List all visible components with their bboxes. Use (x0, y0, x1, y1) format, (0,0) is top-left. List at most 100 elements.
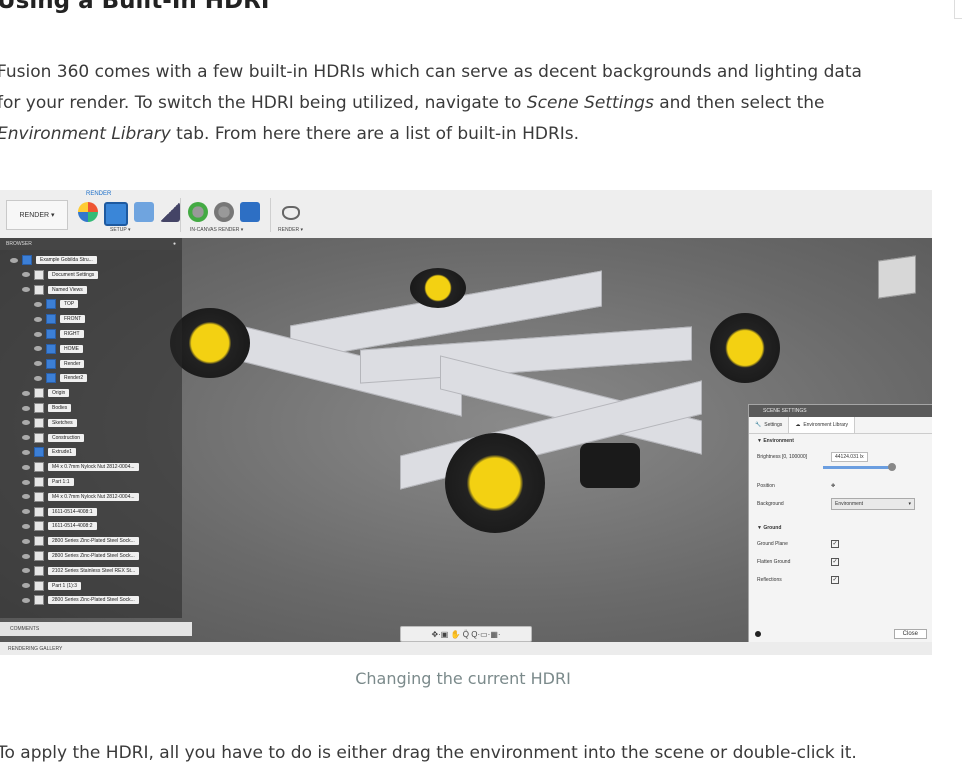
visibility-eye-icon[interactable] (22, 435, 30, 441)
ground-plane-checkbox[interactable]: ✓ (831, 540, 839, 548)
scene-settings-icon[interactable] (104, 202, 128, 226)
visibility-eye-icon[interactable] (22, 420, 30, 426)
reflections-checkbox[interactable]: ✓ (831, 576, 839, 584)
browser-tree-item[interactable]: 2800 Series Zinc-Plated Steel Sock... (22, 535, 139, 547)
visibility-eye-icon[interactable] (22, 538, 30, 544)
scene-settings-panel: SCENE SETTINGS 🔧 Settings ☁ Environment Li… (748, 404, 932, 644)
visibility-eye-icon[interactable] (22, 272, 30, 278)
decal-icon[interactable] (160, 202, 180, 222)
browser-tree-item[interactable]: Construction (22, 432, 85, 444)
capture-image-icon[interactable] (240, 202, 260, 222)
intro-line-2-tail: and then select the (653, 93, 825, 113)
browser-tree-item[interactable]: Extrude1 (22, 446, 77, 458)
visibility-eye-icon[interactable] (22, 523, 30, 529)
browser-tree-item[interactable]: Document Settings (22, 269, 99, 281)
tab-settings[interactable]: 🔧 Settings (749, 417, 790, 433)
viewcube[interactable] (878, 255, 916, 299)
incanvas-render-icon[interactable] (188, 202, 208, 222)
background-dropdown[interactable]: Environment ▾ (831, 498, 915, 510)
brightness-slider[interactable] (823, 463, 896, 471)
visibility-eye-icon[interactable] (22, 583, 30, 589)
browser-tree-item[interactable]: Origin (22, 387, 70, 399)
visibility-eye-icon[interactable] (22, 464, 30, 470)
visibility-eye-icon[interactable] (34, 346, 42, 352)
browser-header[interactable]: BROWSER ● (0, 238, 182, 250)
browser-tree-item[interactable]: 1611-0514-4008:1 (22, 506, 97, 518)
texture-map-icon[interactable] (134, 202, 154, 222)
intro-line-3: Environment Library tab. From here there… (0, 119, 862, 150)
info-icon[interactable] (755, 631, 761, 637)
ground-section-header[interactable]: ▼ Ground (749, 521, 932, 535)
browser-tree-item[interactable]: 2102 Series Stainless Steel REX St... (22, 565, 140, 577)
flatten-ground-checkbox[interactable]: ✓ (831, 558, 839, 566)
visibility-eye-icon[interactable] (10, 257, 18, 263)
component-icon (34, 536, 44, 547)
visibility-eye-icon[interactable] (22, 553, 30, 559)
browser-tree-item[interactable]: Part 1 (1):3 (22, 580, 82, 592)
rendering-gallery-bar[interactable]: RENDERING GALLERY (0, 642, 932, 655)
browser-tree-item[interactable]: M4 x 0.7mm Nylock Nut 2812-0004... (22, 491, 139, 503)
background-label: Background (757, 501, 784, 507)
visibility-eye-icon[interactable] (22, 287, 30, 293)
visibility-eye-icon[interactable] (22, 509, 30, 515)
move-icon[interactable]: ✥ (831, 483, 835, 489)
navigation-bar[interactable]: ✥·▣ ✋ Q̈ Q·▭·▦· (400, 626, 532, 642)
browser-tree-item-label: Named Views (48, 285, 87, 294)
browser-tree-item-label: Document Settings (48, 270, 99, 279)
browser-tree-item[interactable]: HOME (34, 343, 83, 355)
component-icon (34, 403, 44, 413)
visibility-eye-icon[interactable] (22, 494, 30, 500)
browser-tree-item[interactable]: FRONT (34, 313, 86, 325)
browser-tree-item[interactable]: Bodies (22, 402, 72, 414)
position-row: Position ✥ (749, 477, 932, 495)
ground-plane-row: Ground Plane ✓ (749, 535, 932, 553)
component-icon (46, 314, 56, 325)
visibility-eye-icon[interactable] (22, 405, 30, 411)
visibility-eye-icon[interactable] (22, 568, 30, 574)
browser-tree-item[interactable]: Render (34, 358, 85, 370)
browser-tree-item[interactable]: 1611-0514-4008:2 (22, 520, 97, 532)
visibility-eye-icon[interactable] (22, 390, 30, 396)
visibility-eye-icon[interactable] (34, 361, 42, 367)
browser-tree-item[interactable]: Example Gobilda Stru... (10, 254, 97, 266)
browser-tree-item-label: Bodies (48, 404, 72, 412)
browser-tree-item[interactable]: RIGHT (34, 328, 84, 340)
browser-tree-item[interactable]: Part 1:1 (22, 476, 74, 488)
browser-tree-item[interactable]: Render2 (34, 372, 88, 384)
visibility-eye-icon[interactable] (34, 331, 42, 337)
tab-environment-library[interactable]: ☁ Environment Library (789, 417, 856, 433)
incanvas-caption[interactable]: IN-CANVAS RENDER ▾ (190, 227, 243, 233)
browser-tree-item[interactable]: 2800 Series Zinc-Plated Steel Sock... (22, 594, 139, 606)
environment-section-header[interactable]: ▼ Environment (749, 434, 932, 448)
pin-icon[interactable]: ● (173, 241, 176, 247)
component-icon (34, 447, 44, 458)
browser-tree-item[interactable]: 2800 Series Zinc-Plated Steel Sock... (22, 550, 139, 562)
browser-tree-item[interactable]: Sketches (22, 417, 77, 429)
component-icon (34, 595, 44, 606)
incanvas-settings-icon[interactable] (214, 202, 234, 222)
intro-line-2-text: for your render. To switch the HDRI bein… (0, 93, 527, 113)
visibility-eye-icon[interactable] (34, 375, 42, 381)
canvas-viewport[interactable]: BROWSER ● Example Gobilda Stru... Document… (0, 238, 932, 655)
render-workspace-menu[interactable]: RENDER ▾ (6, 200, 68, 230)
browser-tree-item-label: Example Gobilda Stru... (36, 256, 97, 264)
visibility-eye-icon[interactable] (34, 301, 42, 307)
close-button[interactable]: Close (893, 629, 927, 639)
browser-tree-item[interactable]: Named Views (22, 284, 87, 296)
component-icon (46, 329, 56, 339)
appearance-icon[interactable] (78, 202, 98, 222)
setup-caption[interactable]: SETUP ▾ (110, 227, 130, 233)
component-icon (34, 506, 44, 517)
tab-environment-library-label: Environment Library (803, 422, 849, 428)
visibility-eye-icon[interactable] (34, 316, 42, 322)
browser-tree-item-label: TOP (60, 300, 79, 309)
browser-tree-item[interactable]: TOP (34, 298, 79, 310)
comments-bar[interactable]: COMMENTS (0, 622, 192, 636)
visibility-eye-icon[interactable] (22, 597, 30, 603)
browser-tree-item[interactable]: M4 x 0.7mm Nylock Nut 2812-0004... (22, 461, 139, 473)
visibility-eye-icon[interactable] (22, 449, 30, 455)
visibility-eye-icon[interactable] (22, 479, 30, 485)
teapot-render-icon[interactable] (282, 206, 300, 220)
render-caption[interactable]: RENDER ▾ (278, 227, 303, 233)
brightness-input[interactable]: 44124.031 lx (831, 452, 868, 462)
